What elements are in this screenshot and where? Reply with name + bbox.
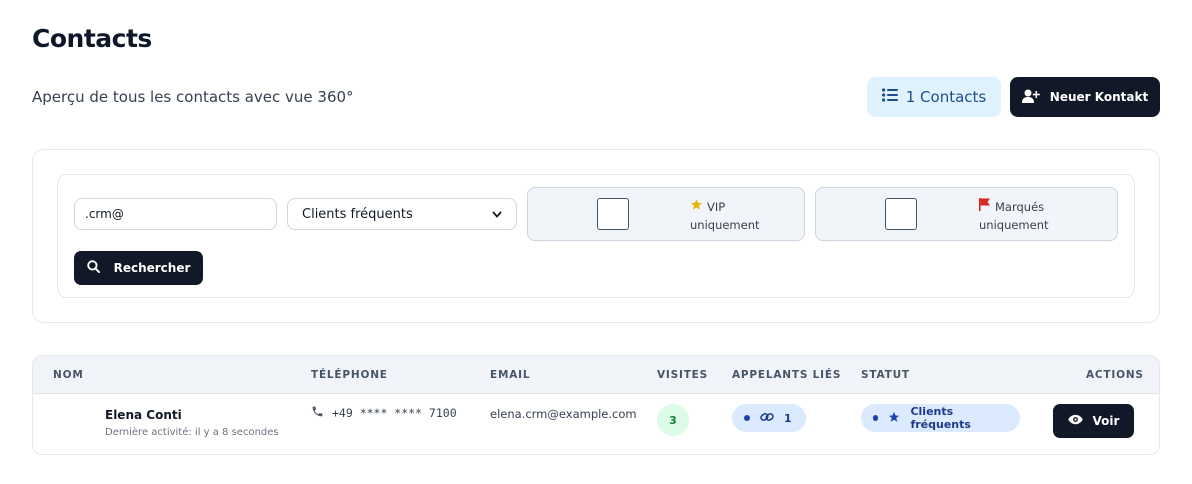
page-title: Contacts	[32, 24, 152, 53]
star-icon	[888, 411, 900, 426]
chevron-down-icon	[492, 207, 502, 222]
status-dot	[873, 415, 879, 421]
flag-icon	[979, 198, 991, 216]
status-badge: Clients fréquents	[861, 404, 1020, 432]
search-button[interactable]: Rechercher	[74, 251, 203, 285]
star-icon	[690, 198, 703, 216]
search-input[interactable]	[74, 198, 277, 230]
link-icon	[760, 411, 774, 426]
column-header-name[interactable]: NOM	[53, 369, 84, 381]
linked-callers-pill[interactable]: 1	[732, 404, 806, 432]
segment-select[interactable]: Clients fréquents	[287, 198, 517, 230]
column-header-actions: ACTIONS	[1086, 369, 1144, 381]
contact-name[interactable]: Elena Conti	[105, 408, 182, 422]
vip-toggle[interactable]: VIP uniquement	[527, 187, 805, 241]
contact-email: elena.crm@example.com	[490, 407, 637, 421]
visits-badge: 3	[657, 404, 689, 436]
view-button[interactable]: Voir	[1053, 404, 1134, 438]
list-icon	[881, 88, 898, 106]
linked-callers-count: 1	[784, 411, 792, 425]
new-contact-label: Neuer Kontakt	[1049, 90, 1149, 104]
vip-checkbox[interactable]	[597, 198, 629, 230]
column-header-email[interactable]: EMAIL	[490, 369, 530, 381]
column-header-phone[interactable]: TÉLÉPHONE	[311, 369, 388, 381]
search-icon	[86, 260, 100, 276]
contact-last-activity: Dernière activité: il y a 8 secondes	[105, 427, 279, 438]
status-dot	[744, 415, 750, 421]
segment-select-value: Clients fréquents	[302, 206, 413, 222]
column-header-linked-callers[interactable]: APPELANTS LIÉS	[732, 369, 841, 381]
new-contact-button[interactable]: Neuer Kontakt	[1010, 77, 1160, 117]
flagged-toggle[interactable]: Marqués uniquement	[815, 187, 1118, 241]
eye-icon	[1067, 414, 1083, 428]
vip-toggle-label: VIP uniquement	[690, 198, 760, 232]
table-header: NOM TÉLÉPHONE EMAIL VISITES APPELANTS LI…	[33, 356, 1159, 394]
flagged-checkbox[interactable]	[885, 198, 917, 230]
column-header-visits[interactable]: VISITES	[657, 369, 708, 381]
contacts-count-button[interactable]: 1 Contacts	[867, 77, 1001, 117]
phone-icon	[311, 405, 324, 421]
flagged-toggle-label: Marqués uniquement	[979, 198, 1049, 232]
user-plus-icon	[1021, 89, 1040, 106]
contact-phone-number: +49 **** **** 7100	[332, 406, 457, 420]
page-subtitle: Aperçu de tous les contacts avec vue 360…	[32, 88, 354, 106]
contact-phone: +49 **** **** 7100	[311, 405, 457, 421]
view-button-label: Voir	[1092, 414, 1120, 428]
status-label: Clients fréquents	[910, 405, 971, 431]
contacts-table: NOM TÉLÉPHONE EMAIL VISITES APPELANTS LI…	[32, 355, 1160, 455]
column-header-status[interactable]: STATUT	[861, 369, 910, 381]
contacts-count-label: 1 Contacts	[905, 88, 987, 106]
search-button-label: Rechercher	[113, 261, 191, 275]
